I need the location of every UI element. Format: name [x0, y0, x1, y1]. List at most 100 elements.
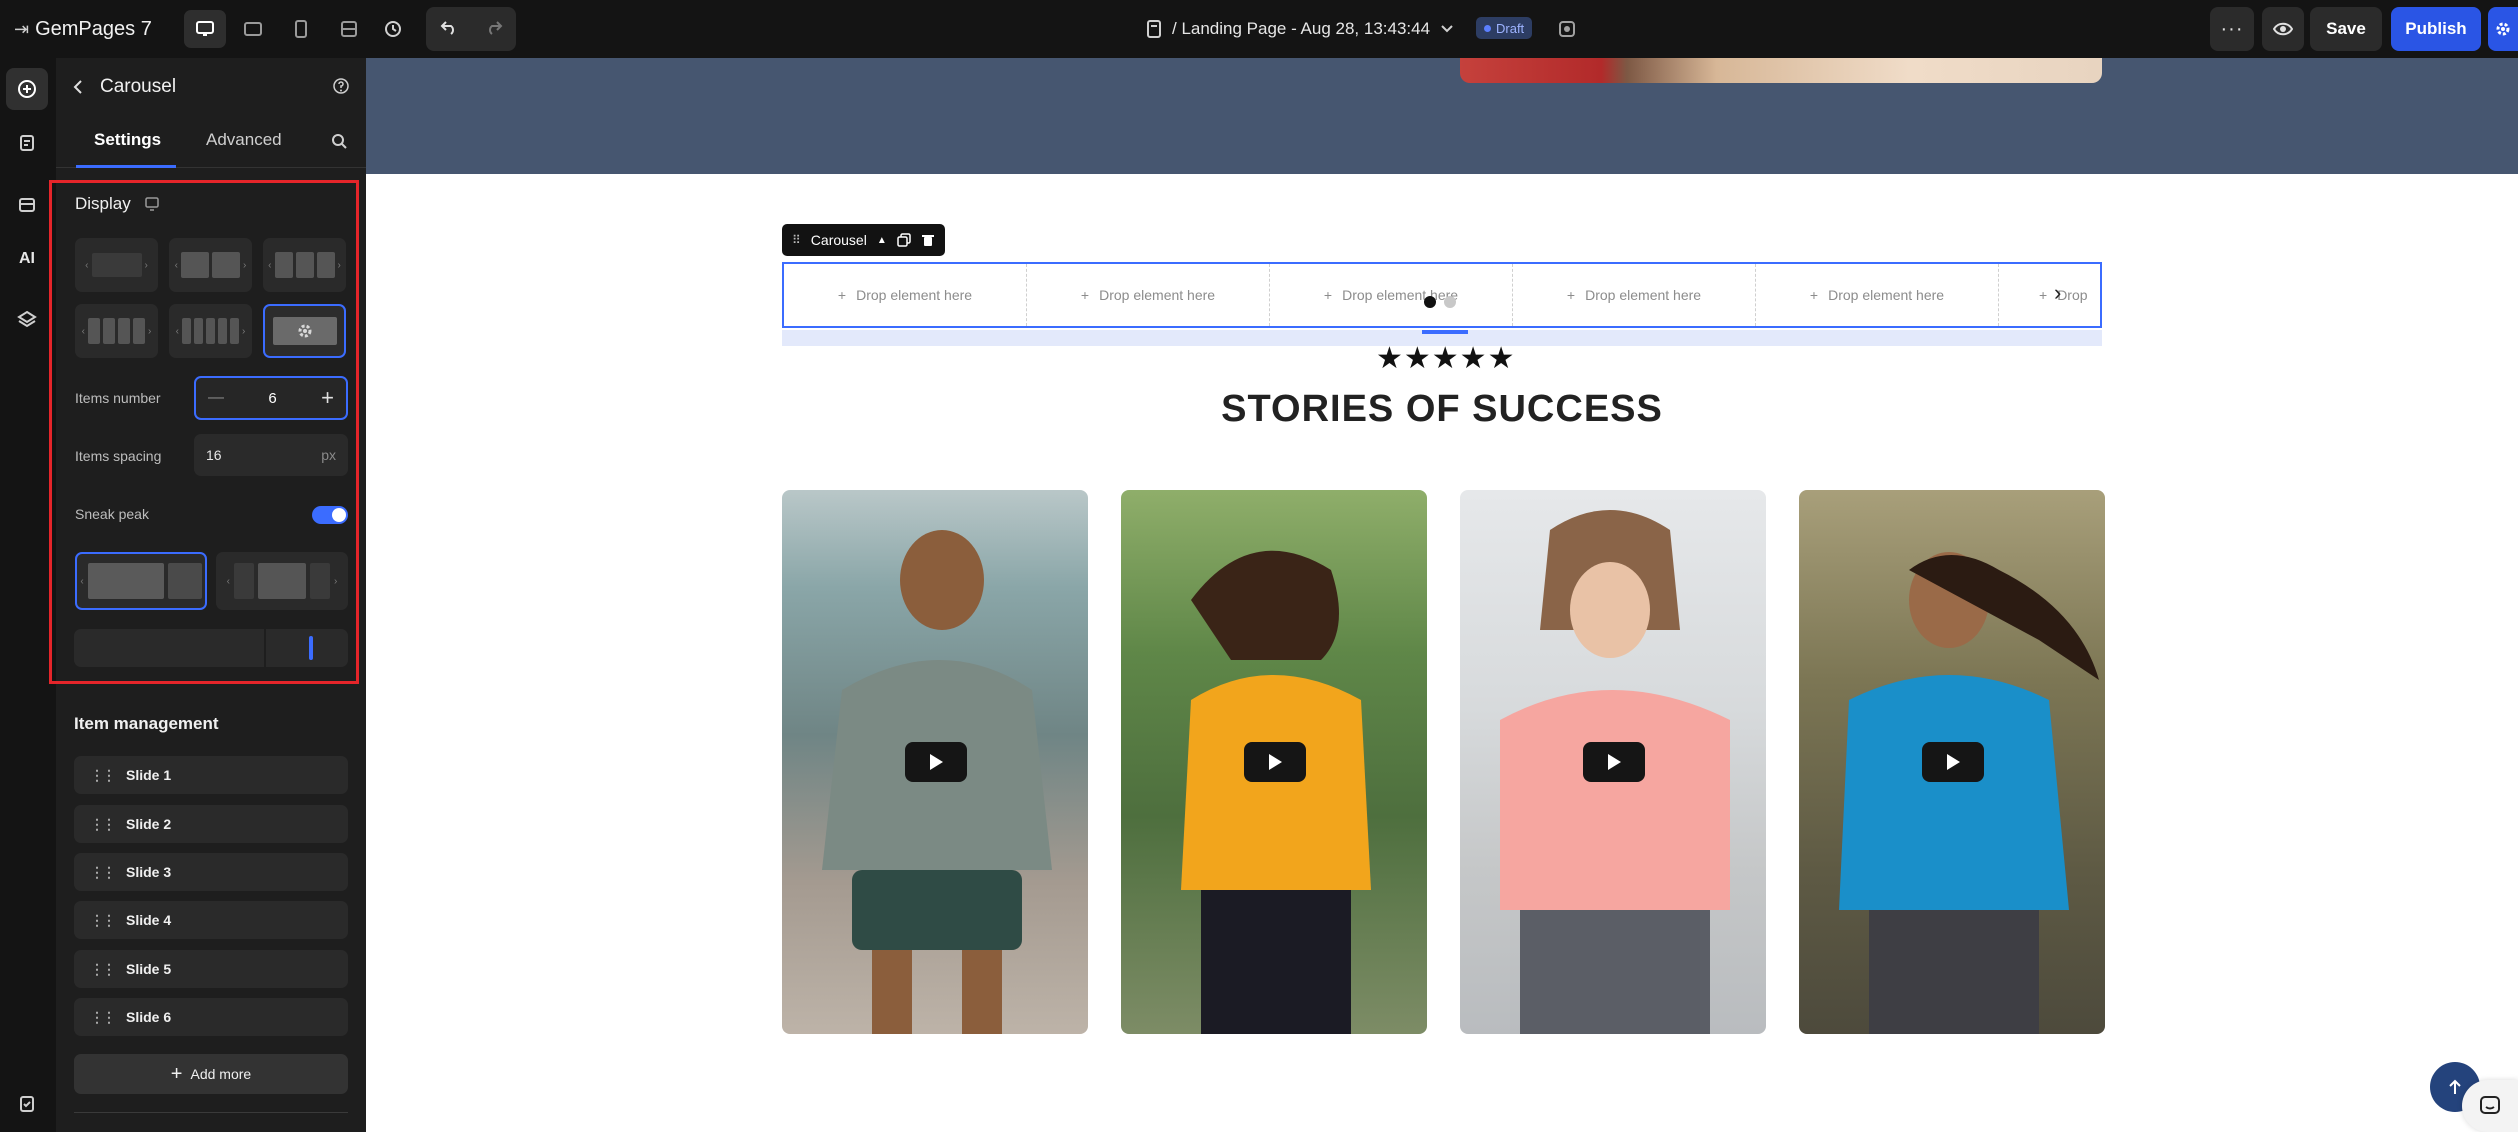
slider-divider [264, 629, 266, 667]
help-icon[interactable] [332, 77, 350, 95]
more-options-button[interactable]: ··· [2210, 7, 2254, 51]
layout-option-5[interactable]: ‹ › [169, 304, 252, 358]
drag-handle-icon[interactable]: ⋮⋮ [90, 1009, 116, 1026]
publish-settings-button[interactable] [2488, 7, 2518, 51]
peek-option-one-side[interactable]: ‹ [75, 552, 207, 610]
carousel-slot-4[interactable]: + Drop element here [1513, 264, 1756, 326]
drag-handle-icon[interactable]: ⋮⋮ [90, 816, 116, 833]
carousel-slot-2[interactable]: + Drop element here [1027, 264, 1270, 326]
history-button[interactable] [372, 10, 414, 48]
preview-button[interactable] [2262, 7, 2304, 51]
carousel-dots [1424, 296, 1456, 308]
trash-icon[interactable] [921, 233, 935, 247]
add-more-button[interactable]: + Add more [74, 1054, 348, 1094]
slide-row-5[interactable]: ⋮⋮ Slide 5 [74, 950, 348, 988]
items-number-value[interactable]: 6 [268, 390, 276, 407]
page-settings-button[interactable] [1546, 10, 1588, 48]
drag-handle-icon[interactable]: ⋮⋮ [90, 961, 116, 978]
status-badge: Draft [1476, 17, 1533, 39]
drag-handle-icon[interactable]: ⋮⋮ [90, 767, 116, 784]
layout-option-2[interactable]: ‹ › [169, 238, 252, 292]
duplicate-icon[interactable] [896, 233, 911, 247]
play-button[interactable] [1922, 742, 1984, 782]
panel-header: Carousel [56, 58, 366, 116]
items-spacing-value[interactable]: 16 [206, 447, 222, 463]
plus-icon: + [170, 1062, 183, 1085]
carousel-slot-6[interactable]: + Drop [1999, 264, 2099, 326]
video-card-1[interactable] [782, 490, 1088, 1034]
carousel-container[interactable]: + Drop element here + Drop element here + D… [782, 262, 2102, 328]
video-card-2[interactable] [1121, 490, 1427, 1034]
publish-button[interactable]: Publish [2391, 7, 2481, 51]
pages-icon [20, 135, 34, 151]
items-number-stepper[interactable]: — 6 + [194, 376, 348, 420]
play-button[interactable] [1244, 742, 1306, 782]
layers-button[interactable] [6, 298, 48, 340]
peek-amount-slider[interactable] [74, 629, 348, 667]
play-icon [1947, 754, 1960, 770]
panel-title: Carousel [100, 76, 177, 97]
hero-section[interactable] [366, 58, 2518, 174]
exit-icon: ⇥ [14, 18, 30, 39]
play-button[interactable] [1583, 742, 1645, 782]
drop-label: Drop element here [1585, 287, 1702, 303]
slide-row-4[interactable]: ⋮⋮ Slide 4 [74, 901, 348, 939]
page-selector[interactable]: / Landing Page - Aug 28, 13:43:44 [1146, 16, 1454, 42]
chat-support-button[interactable] [2462, 1080, 2518, 1132]
responsive-view-button[interactable] [328, 10, 370, 48]
caret-up-icon[interactable]: ▲ [877, 235, 887, 246]
sneak-peak-toggle[interactable] [312, 506, 348, 524]
search-icon[interactable] [330, 132, 348, 150]
arrow-up-icon [2449, 1079, 2461, 1094]
peek-option-both-sides[interactable]: ‹ › [216, 552, 348, 610]
mobile-view-button[interactable] [280, 10, 322, 48]
tablet-landscape-icon [244, 22, 262, 36]
desktop-view-button[interactable] [184, 10, 226, 48]
panel-divider [74, 1112, 348, 1113]
hero-image[interactable] [1460, 58, 2102, 83]
layout-option-custom[interactable] [263, 304, 346, 358]
pages-button[interactable] [6, 122, 48, 164]
slide-row-6[interactable]: ⋮⋮ Slide 6 [74, 998, 348, 1036]
checklist-button[interactable] [6, 1082, 48, 1124]
tab-settings[interactable]: Settings [94, 130, 161, 150]
carousel-slot-3[interactable]: + Drop element here [1270, 264, 1513, 326]
top-bar: ⇥ GemPages 7 / Landing Page - Aug 28, 13… [0, 0, 2518, 58]
add-element-button[interactable] [6, 68, 48, 110]
display-title: Display [75, 194, 131, 213]
slider-handle[interactable] [309, 636, 313, 660]
minus-icon[interactable]: — [208, 389, 224, 407]
video-card-4[interactable] [1799, 490, 2105, 1034]
carousel-dot-1[interactable] [1424, 296, 1436, 308]
tablet-view-button[interactable] [232, 10, 274, 48]
slide-row-1[interactable]: ⋮⋮ Slide 1 [74, 756, 348, 794]
slide-row-3[interactable]: ⋮⋮ Slide 3 [74, 853, 348, 891]
back-arrow-icon[interactable] [70, 78, 88, 96]
redo-button[interactable] [485, 19, 503, 40]
carousel-element-tag[interactable]: ⠿ Carousel ▲ [782, 224, 945, 256]
plus-icon: + [1566, 287, 1576, 303]
app-logo[interactable]: ⇥ GemPages 7 [14, 17, 152, 41]
play-button[interactable] [905, 742, 967, 782]
carousel-slot-5[interactable]: + Drop element here [1756, 264, 1999, 326]
ai-button[interactable]: AI [6, 238, 48, 280]
tab-advanced[interactable]: Advanced [206, 130, 282, 150]
items-spacing-input[interactable]: 16 px [194, 434, 348, 476]
layout-option-1[interactable]: ‹ › [75, 238, 158, 292]
drag-handle-icon[interactable]: ⠿ [792, 233, 801, 247]
drag-handle-icon[interactable]: ⋮⋮ [90, 864, 116, 881]
carousel-dot-2[interactable] [1444, 296, 1456, 308]
video-card-3[interactable] [1460, 490, 1766, 1034]
sections-button[interactable] [6, 184, 48, 226]
undo-button[interactable] [440, 19, 458, 40]
drag-handle-icon[interactable]: ⋮⋮ [90, 912, 116, 929]
slide-row-2[interactable]: ⋮⋮ Slide 2 [74, 805, 348, 843]
save-button[interactable]: Save [2310, 7, 2382, 51]
section-heading[interactable]: STORIES OF SUCCESS [1182, 388, 1702, 431]
carousel-next-arrow-icon[interactable]: › [2054, 280, 2061, 306]
plus-icon[interactable]: + [321, 385, 334, 411]
carousel-slot-1[interactable]: + Drop element here [784, 264, 1027, 326]
play-icon [1269, 754, 1282, 770]
layout-option-3[interactable]: ‹ › [263, 238, 346, 292]
layout-option-4[interactable]: ‹ › [75, 304, 158, 358]
